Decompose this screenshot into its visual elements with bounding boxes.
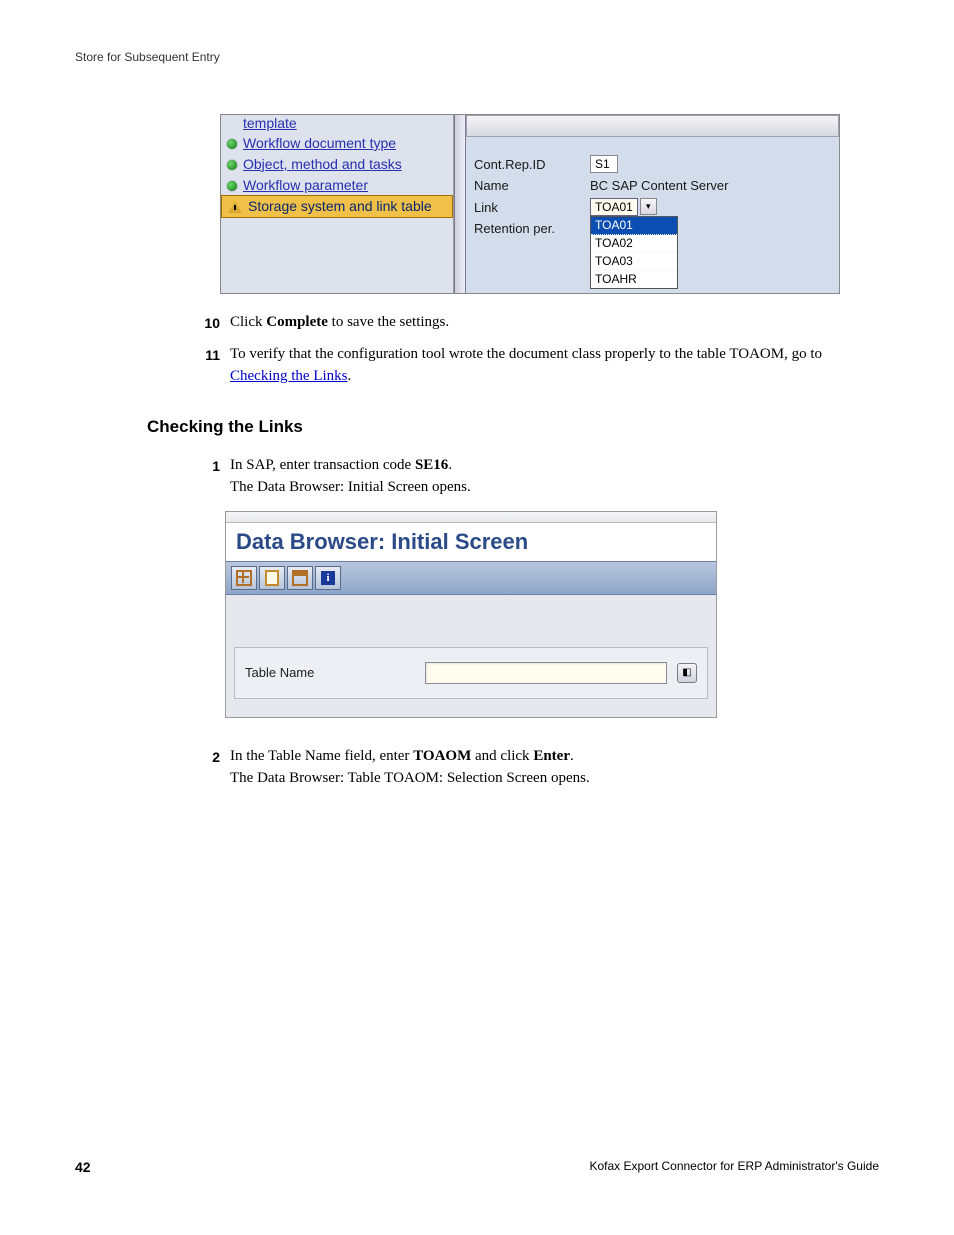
page-footer: 42 Kofax Export Connector for ERP Admini… xyxy=(75,1159,879,1175)
cont-rep-id-input[interactable]: S1 xyxy=(590,155,618,173)
screen-title: Data Browser: Initial Screen xyxy=(226,523,716,562)
wizard-form-panel: Cont.Rep.ID S1 Name BC SAP Content Serve… xyxy=(466,115,839,293)
step-text: . xyxy=(347,368,351,384)
toolbar-create-button[interactable] xyxy=(259,566,285,590)
f4-icon: ◧ xyxy=(682,667,691,678)
step-text: and click xyxy=(471,748,533,764)
step-11: 11 To verify that the configuration tool… xyxy=(190,344,879,388)
step-2: 2 In the Table Name field, enter TOAOM a… xyxy=(190,746,879,790)
green-dot-icon xyxy=(227,139,237,149)
step-text: The Data Browser: Table TOAOM: Selection… xyxy=(230,770,590,786)
toolbar-info-button[interactable]: i xyxy=(315,566,341,590)
tree-label: Object, method and tasks xyxy=(243,156,402,173)
f4-help-button[interactable]: ◧ xyxy=(677,663,697,683)
green-dot-icon xyxy=(227,181,237,191)
dropdown-option[interactable]: TOA03 xyxy=(591,253,677,271)
page-icon xyxy=(265,570,279,586)
step-number: 1 xyxy=(190,455,230,499)
tree-item-object-method-tasks[interactable]: Object, method and tasks xyxy=(221,154,453,175)
page-number: 42 xyxy=(75,1159,91,1175)
step-text: . xyxy=(570,748,574,764)
step-text: To verify that the configuration tool wr… xyxy=(230,346,822,362)
step-bold: Complete xyxy=(266,314,328,330)
table-name-label: Table Name xyxy=(245,665,415,680)
step-number: 10 xyxy=(190,312,230,334)
tree-item-storage-link-table[interactable]: Storage system and link table xyxy=(221,195,453,218)
step-bold: Enter xyxy=(533,748,570,764)
wizard-tree-panel: template Workflow document type Object, … xyxy=(221,115,454,293)
dropdown-option[interactable]: TOA02 xyxy=(591,235,677,253)
sap-data-browser-screenshot: Data Browser: Initial Screen i Table Nam… xyxy=(225,511,717,718)
toolbar-table2-button[interactable] xyxy=(287,566,313,590)
step-text: . xyxy=(448,457,452,473)
sap-wizard-screenshot: template Workflow document type Object, … xyxy=(220,114,840,294)
warning-triangle-icon xyxy=(228,201,242,213)
step-text: In the Table Name field, enter xyxy=(230,748,413,764)
link-dropdown-list[interactable]: TOA01 TOA02 TOA03 TOAHR xyxy=(590,216,678,289)
tree-item-workflow-doc-type[interactable]: Workflow document type xyxy=(221,133,453,154)
tree-label: Storage system and link table xyxy=(248,198,432,215)
page-header: Store for Subsequent Entry xyxy=(75,50,879,64)
step-10: 10 Click Complete to save the settings. xyxy=(190,312,879,334)
link-input[interactable]: TOA01 xyxy=(590,198,638,216)
toolbar: i xyxy=(226,562,716,595)
tree-label: Workflow document type xyxy=(243,135,396,152)
section-heading-checking-links: Checking the Links xyxy=(147,417,879,437)
checking-links-link[interactable]: Checking the Links xyxy=(230,368,347,384)
link-label: Link xyxy=(474,200,590,215)
step-number: 2 xyxy=(190,746,230,790)
table-name-form: Table Name ◧ xyxy=(234,647,708,699)
cont-rep-id-label: Cont.Rep.ID xyxy=(474,157,590,172)
dropdown-icon[interactable]: ▾ xyxy=(640,198,657,215)
step-bold: TOAOM xyxy=(413,748,471,764)
tree-item-template[interactable]: template xyxy=(221,115,453,133)
name-value: BC SAP Content Server xyxy=(590,178,729,193)
step-bold: SE16 xyxy=(415,457,448,473)
dropdown-option[interactable]: TOAHR xyxy=(591,271,677,288)
document-title: Kofax Export Connector for ERP Administr… xyxy=(589,1159,879,1175)
step-text: to save the settings. xyxy=(328,314,449,330)
table-name-input[interactable] xyxy=(425,662,667,684)
table-icon xyxy=(292,570,308,586)
tree-item-workflow-parameter[interactable]: Workflow parameter xyxy=(221,175,453,196)
toolbar-table-button[interactable] xyxy=(231,566,257,590)
form-toolbar xyxy=(466,115,839,137)
step-1: 1 In SAP, enter transaction code SE16. T… xyxy=(190,455,879,499)
dropdown-option[interactable]: TOA01 xyxy=(591,217,677,235)
vertical-scrollbar[interactable] xyxy=(454,115,466,293)
tree-label: Workflow parameter xyxy=(243,177,368,194)
name-label: Name xyxy=(474,178,590,193)
step-text: In SAP, enter transaction code xyxy=(230,457,415,473)
green-dot-icon xyxy=(227,160,237,170)
step-number: 11 xyxy=(190,344,230,388)
step-text: Click xyxy=(230,314,266,330)
grid-icon xyxy=(236,570,252,586)
step-text: The Data Browser: Initial Screen opens. xyxy=(230,479,471,495)
retention-label: Retention per. xyxy=(474,221,590,236)
info-icon: i xyxy=(321,571,335,585)
